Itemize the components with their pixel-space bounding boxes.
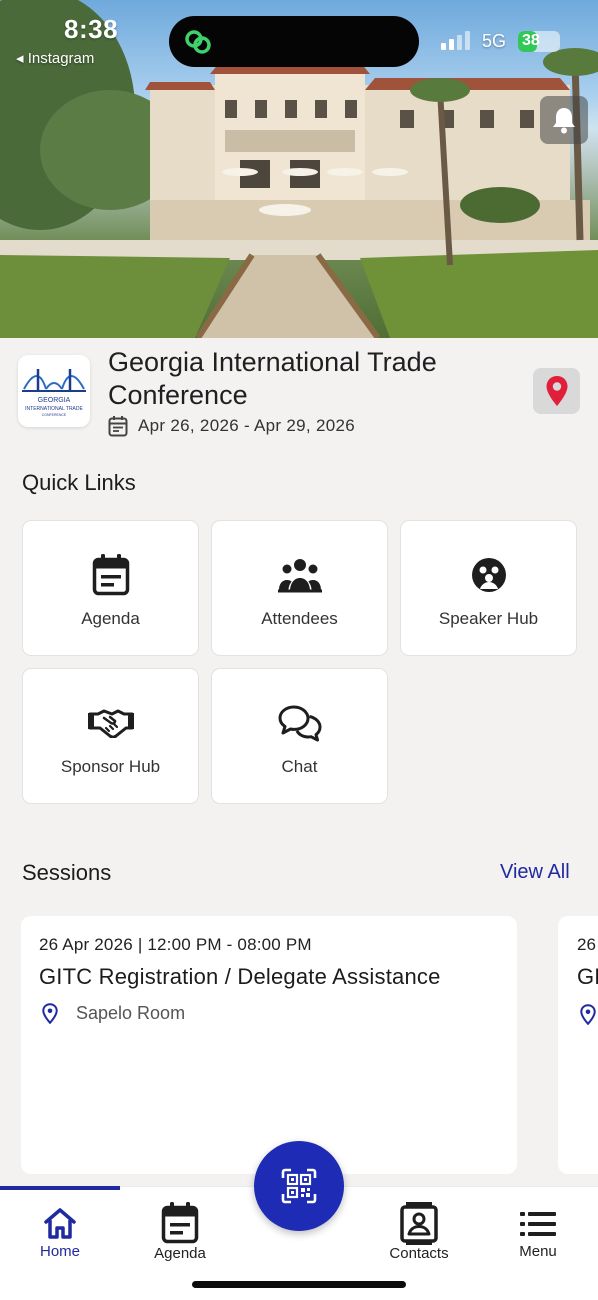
quick-link-sponsor-hub[interactable]: Sponsor Hub bbox=[22, 668, 199, 804]
session-title: GI bbox=[577, 964, 598, 989]
nav-home[interactable]: Home bbox=[5, 1207, 115, 1260]
quick-link-label: Agenda bbox=[81, 609, 140, 628]
quick-link-attendees[interactable]: Attendees bbox=[211, 520, 388, 656]
quick-link-label: Speaker Hub bbox=[438, 609, 539, 628]
location-pin-icon bbox=[42, 1003, 58, 1024]
link-chain-icon bbox=[185, 30, 211, 54]
qr-scan-button[interactable] bbox=[254, 1141, 344, 1231]
session-title: GITC Registration / Delegate Assistance bbox=[39, 964, 441, 989]
session-time: 26 Apr 2026 | 12:00 PM - 08:00 PM bbox=[39, 935, 312, 954]
session-card[interactable]: 26 Apr 2026 | 12:00 PM - 08:00 PM GITC R… bbox=[21, 916, 517, 1174]
nav-label: Menu bbox=[519, 1243, 557, 1260]
quick-link-label: Sponsor Hub bbox=[60, 757, 161, 776]
location-pin-icon bbox=[546, 376, 567, 406]
event-dates: Apr 26, 2026 - Apr 29, 2026 bbox=[138, 416, 355, 435]
handshake-icon bbox=[87, 709, 134, 738]
hero-image: 8:38 ◂ Instagram 5G 38 bbox=[0, 0, 598, 338]
session-room-row: Sapelo Room bbox=[42, 1003, 185, 1024]
session-card-next[interactable]: 26 GI bbox=[558, 916, 598, 1174]
logo-text-line3: CONFERENCE bbox=[42, 413, 67, 417]
qr-code-icon bbox=[281, 1168, 317, 1204]
battery-indicator: 38 bbox=[518, 31, 560, 52]
home-icon bbox=[44, 1208, 76, 1239]
session-time: 26 bbox=[577, 935, 596, 954]
nav-label: Contacts bbox=[389, 1245, 449, 1262]
event-location-button[interactable] bbox=[533, 368, 580, 414]
calendar-icon bbox=[92, 554, 129, 596]
people-group-icon bbox=[277, 559, 322, 593]
quick-link-label: Chat bbox=[281, 757, 318, 776]
menu-list-icon bbox=[520, 1212, 556, 1236]
nav-label: Home bbox=[39, 1243, 80, 1260]
active-tab-indicator bbox=[0, 1186, 120, 1190]
chat-bubbles-icon bbox=[278, 705, 321, 742]
notifications-button[interactable] bbox=[540, 96, 588, 144]
bridge-logo-icon: GEORGIA INTERNATIONAL TRADE CONFERENCE bbox=[22, 369, 86, 417]
calendar-icon bbox=[161, 1202, 199, 1244]
nav-agenda[interactable]: Agenda bbox=[125, 1201, 235, 1262]
view-all-sessions-link[interactable]: View All bbox=[500, 861, 570, 884]
contact-card-icon bbox=[400, 1202, 438, 1245]
nav-label: Agenda bbox=[154, 1245, 206, 1262]
calendar-icon bbox=[108, 416, 128, 437]
event-title: Georgia International Trade Conference bbox=[108, 347, 437, 410]
quick-link-speaker-hub[interactable]: Speaker Hub bbox=[400, 520, 577, 656]
quick-links-title: Quick Links bbox=[22, 470, 136, 495]
status-time: 8:38 bbox=[64, 14, 119, 44]
quick-link-label: Attendees bbox=[261, 609, 338, 628]
logo-text-line2: INTERNATIONAL TRADE bbox=[25, 406, 83, 412]
quick-link-agenda[interactable]: Agenda bbox=[22, 520, 199, 656]
dynamic-island bbox=[169, 16, 419, 67]
logo-text-line1: GEORGIA bbox=[38, 397, 71, 404]
network-type: 5G bbox=[482, 31, 507, 51]
nav-contacts[interactable]: Contacts bbox=[364, 1201, 474, 1262]
home-indicator bbox=[192, 1281, 406, 1288]
event-dates-row: Apr 26, 2026 - Apr 29, 2026 bbox=[108, 414, 355, 438]
quick-link-chat[interactable]: Chat bbox=[211, 668, 388, 804]
back-to-app-link[interactable]: ◂ Instagram bbox=[16, 49, 94, 67]
battery-level: 38 bbox=[522, 32, 540, 49]
cellular-signal-icon bbox=[441, 31, 470, 50]
session-room: Sapelo Room bbox=[76, 1003, 186, 1023]
event-logo: GEORGIA INTERNATIONAL TRADE CONFERENCE bbox=[18, 355, 90, 427]
location-pin-icon bbox=[580, 1004, 596, 1025]
nav-menu[interactable]: Menu bbox=[483, 1211, 593, 1260]
sessions-title: Sessions bbox=[22, 860, 112, 885]
speaker-icon bbox=[471, 558, 506, 592]
bell-icon bbox=[553, 108, 575, 134]
